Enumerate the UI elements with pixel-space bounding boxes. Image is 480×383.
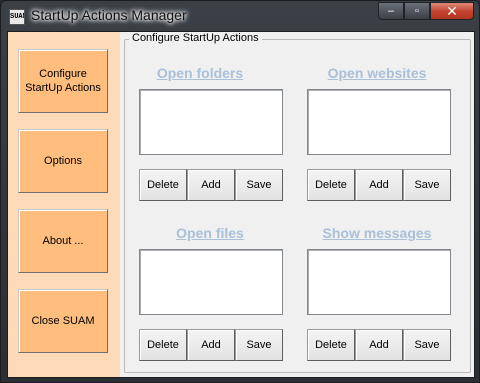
maximize-icon: ▫ <box>415 5 419 17</box>
open-websites-link[interactable]: Open websites <box>302 65 452 81</box>
messages-add-button[interactable]: Add <box>355 329 403 361</box>
minimize-button[interactable]: – <box>378 2 404 20</box>
folders-save-button[interactable]: Save <box>235 169 283 201</box>
about-button[interactable]: About ... <box>18 209 108 273</box>
websites-add-button[interactable]: Add <box>355 169 403 201</box>
close-icon: ✕ <box>446 2 458 19</box>
websites-delete-button[interactable]: Delete <box>307 169 355 201</box>
window-title: StartUp Actions Manager <box>31 7 187 23</box>
files-list[interactable] <box>139 249 283 315</box>
configure-startup-actions-button[interactable]: Configure StartUp Actions <box>18 49 108 113</box>
configure-group: Configure StartUp Actions Open folders D… <box>124 32 471 373</box>
messages-save-button[interactable]: Save <box>403 329 451 361</box>
group-title: Configure StartUp Actions <box>129 32 262 44</box>
client-area: Configure StartUp Actions Options About … <box>7 31 475 378</box>
messages-list[interactable] <box>307 249 451 315</box>
websites-save-button[interactable]: Save <box>403 169 451 201</box>
folders-delete-button[interactable]: Delete <box>139 169 187 201</box>
folders-list[interactable] <box>139 89 283 155</box>
folders-add-button[interactable]: Add <box>187 169 235 201</box>
open-files-link[interactable]: Open files <box>135 225 285 241</box>
options-button[interactable]: Options <box>18 129 108 193</box>
close-button[interactable]: ✕ <box>430 2 474 20</box>
files-save-button[interactable]: Save <box>235 329 283 361</box>
maximize-button[interactable]: ▫ <box>404 2 430 20</box>
minimize-icon: – <box>387 5 395 17</box>
close-suam-button[interactable]: Close SUAM <box>18 289 108 353</box>
app-icon[interactable]: SUAM <box>9 9 25 25</box>
open-folders-link[interactable]: Open folders <box>125 65 275 81</box>
show-messages-link[interactable]: Show messages <box>302 225 452 241</box>
app-window: SUAM StartUp Actions Manager – ▫ ✕ Confi… <box>0 0 480 383</box>
files-delete-button[interactable]: Delete <box>139 329 187 361</box>
caption-buttons: – ▫ ✕ <box>378 2 474 20</box>
title-bar[interactable]: SUAM StartUp Actions Manager – ▫ ✕ <box>1 1 480 31</box>
nav-panel: Configure StartUp Actions Options About … <box>8 32 120 377</box>
files-add-button[interactable]: Add <box>187 329 235 361</box>
messages-delete-button[interactable]: Delete <box>307 329 355 361</box>
websites-list[interactable] <box>307 89 451 155</box>
